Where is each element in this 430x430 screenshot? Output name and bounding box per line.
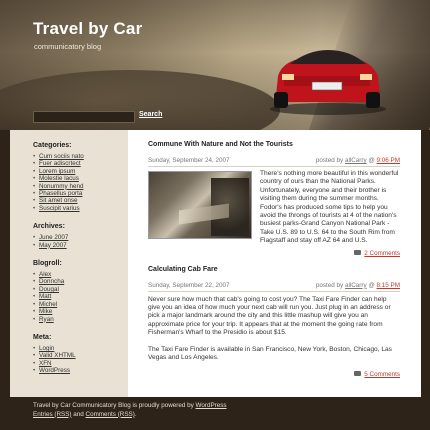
post: Commune With Nature and Not the Tourists… [148,141,400,257]
category-item[interactable]: Phasellus porta [33,190,128,198]
post-paragraph: The Taxi Fare Finder is available in San… [148,345,392,362]
comments-rss-link[interactable]: Comments (RSS) [86,411,135,418]
category-item[interactable]: Molestie lacus [33,175,128,183]
meta-link[interactable]: XFN [39,360,52,367]
search-input[interactable] [33,111,135,123]
meta-list: Login Valid XHTML XFN WordPress [33,345,128,375]
category-link[interactable]: Nonummy hend [39,183,83,190]
categories-heading: Categories: [33,142,72,149]
blogroll-item[interactable]: Alex [33,271,128,279]
blogroll-item[interactable]: Mike [33,308,128,316]
meta-link[interactable]: Login [39,345,54,352]
archive-link[interactable]: May 2007 [39,242,67,249]
blogroll-link[interactable]: Dougal [39,286,59,293]
post-time-link[interactable]: 8:15 PM [377,282,400,289]
post-title[interactable]: Calculating Cab Fare [148,266,400,273]
comment-icon [354,371,362,377]
post-time-link[interactable]: 9:06 PM [377,157,400,164]
post-byline: posted by allCarry @ 8:15 PM [316,282,400,289]
blogroll-link[interactable]: Mike [39,308,52,315]
comments-link[interactable]: 5 Comments [148,371,400,378]
meta-item[interactable]: XFN [33,360,128,368]
category-item[interactable]: Sit amet onse [33,197,128,205]
archive-item[interactable]: June 2007 [33,234,128,242]
comments-label[interactable]: 5 Comments [364,371,400,378]
category-link[interactable]: Fuer adiscrtect [39,160,81,167]
page: Travel by Car communicatory blog Search … [0,0,430,430]
site-title[interactable]: Travel by Car [33,19,142,39]
category-link[interactable]: Cum sociis nato [39,153,84,160]
footer-and: and [73,410,84,418]
post-paragraph: Never sure how much that cab's going to … [148,295,391,337]
comments-link[interactable]: 2 Comments [148,250,400,257]
post-meta: Sunday, September 22, 2007 posted by all… [148,282,400,292]
footer-text: Travel by Car Communicatory Blog is prou… [33,402,194,409]
archives-heading: Archives: [33,223,65,231]
meta-link[interactable]: WordPress [39,367,70,374]
post-meta: Sunday, September 24, 2007 posted by all… [148,157,400,167]
blogroll-list: Alex Donncha Dougal Matt Michel Mike Rya… [33,271,128,323]
post-author-link[interactable]: allCarry [345,157,367,164]
sidebar-inner: Categories: Cum sociis nato Fuer adiscrt… [33,142,128,386]
main-content: Commune With Nature and Not the Tourists… [148,141,400,378]
archive-item[interactable]: May 2007 [33,242,128,250]
blogroll-link[interactable]: Michel [39,301,57,308]
category-link[interactable]: Suscipit varius [39,205,80,212]
post-byline: posted by allCarry @ 9:06 PM [316,157,400,164]
category-link[interactable]: Sit amet onse [39,197,78,204]
category-item[interactable]: Fuer adiscrtect [33,160,128,168]
category-item[interactable]: Suscipit varius [33,205,128,213]
blogroll-item[interactable]: Dougal [33,286,128,294]
red-car-image [270,50,386,115]
blogroll-link[interactable]: Alex [39,271,51,278]
footer-period: . [134,410,137,418]
at-symbol: @ [368,157,375,164]
blogroll-item[interactable]: Ryan [33,316,128,324]
post: Calculating Cab Fare Sunday, September 2… [148,266,400,378]
posted-by-label: posted by [315,281,344,289]
category-item[interactable]: Lorem ipsum [33,168,128,176]
comments-label[interactable]: 2 Comments [364,250,400,257]
post-date: Sunday, September 22, 2007 [148,281,230,289]
archives-list: June 2007 May 2007 [33,234,128,249]
post-body: Never sure how much that cab's going to … [148,292,400,363]
post-photo [148,171,252,239]
category-link[interactable]: Lorem ipsum [39,168,75,175]
wordpress-link[interactable]: WordPress [196,402,227,409]
post-date: Sunday, September 24, 2007 [148,157,230,164]
meta-item[interactable]: WordPress [33,367,128,375]
blogroll-link[interactable]: Matt [39,293,51,300]
comment-icon [354,250,362,256]
meta-item[interactable]: Valid XHTML [33,352,128,360]
meta-heading: Meta: [33,333,52,341]
post-body: There's nothing more beautiful in this w… [148,167,400,246]
blogroll-item[interactable]: Matt [33,293,128,301]
post-author-link[interactable]: allCarry [345,282,367,289]
header-banner: Travel by Car communicatory blog Search [0,0,430,130]
category-item[interactable]: Nonummy hend [33,183,128,191]
category-link[interactable]: Phasellus porta [39,190,82,197]
blogroll-heading: Blogroll: [33,260,62,268]
blogroll-link[interactable]: Ryan [39,316,54,323]
category-item[interactable]: Cum sociis nato [33,153,128,161]
footer: Travel by Car Communicatory Blog is prou… [33,402,227,419]
blogroll-item[interactable]: Michel [33,301,128,309]
blogroll-link[interactable]: Donncha [39,278,64,285]
footer-line-2: Entries (RSS) and Comments (RSS). [33,411,227,420]
category-link[interactable]: Molestie lacus [39,175,79,182]
post-title[interactable]: Commune With Nature and Not the Tourists [148,141,400,148]
sidebar: Categories: Cum sociis nato Fuer adiscrt… [10,130,128,397]
site-tagline: communicatory blog [34,42,102,51]
search-button[interactable]: Search [139,111,162,118]
categories-list: Cum sociis nato Fuer adiscrtect Lorem ip… [33,153,128,213]
at-symbol: @ [368,281,375,289]
entries-rss-link[interactable]: Entries (RSS) [33,411,72,418]
meta-item[interactable]: Login [33,345,128,353]
blogroll-item[interactable]: Donncha [33,278,128,286]
meta-link[interactable]: Valid XHTML [39,352,76,359]
footer-line-1: Travel by Car Communicatory Blog is prou… [33,402,227,411]
posted-by-label: posted by [315,157,344,164]
archive-link[interactable]: June 2007 [39,234,68,241]
